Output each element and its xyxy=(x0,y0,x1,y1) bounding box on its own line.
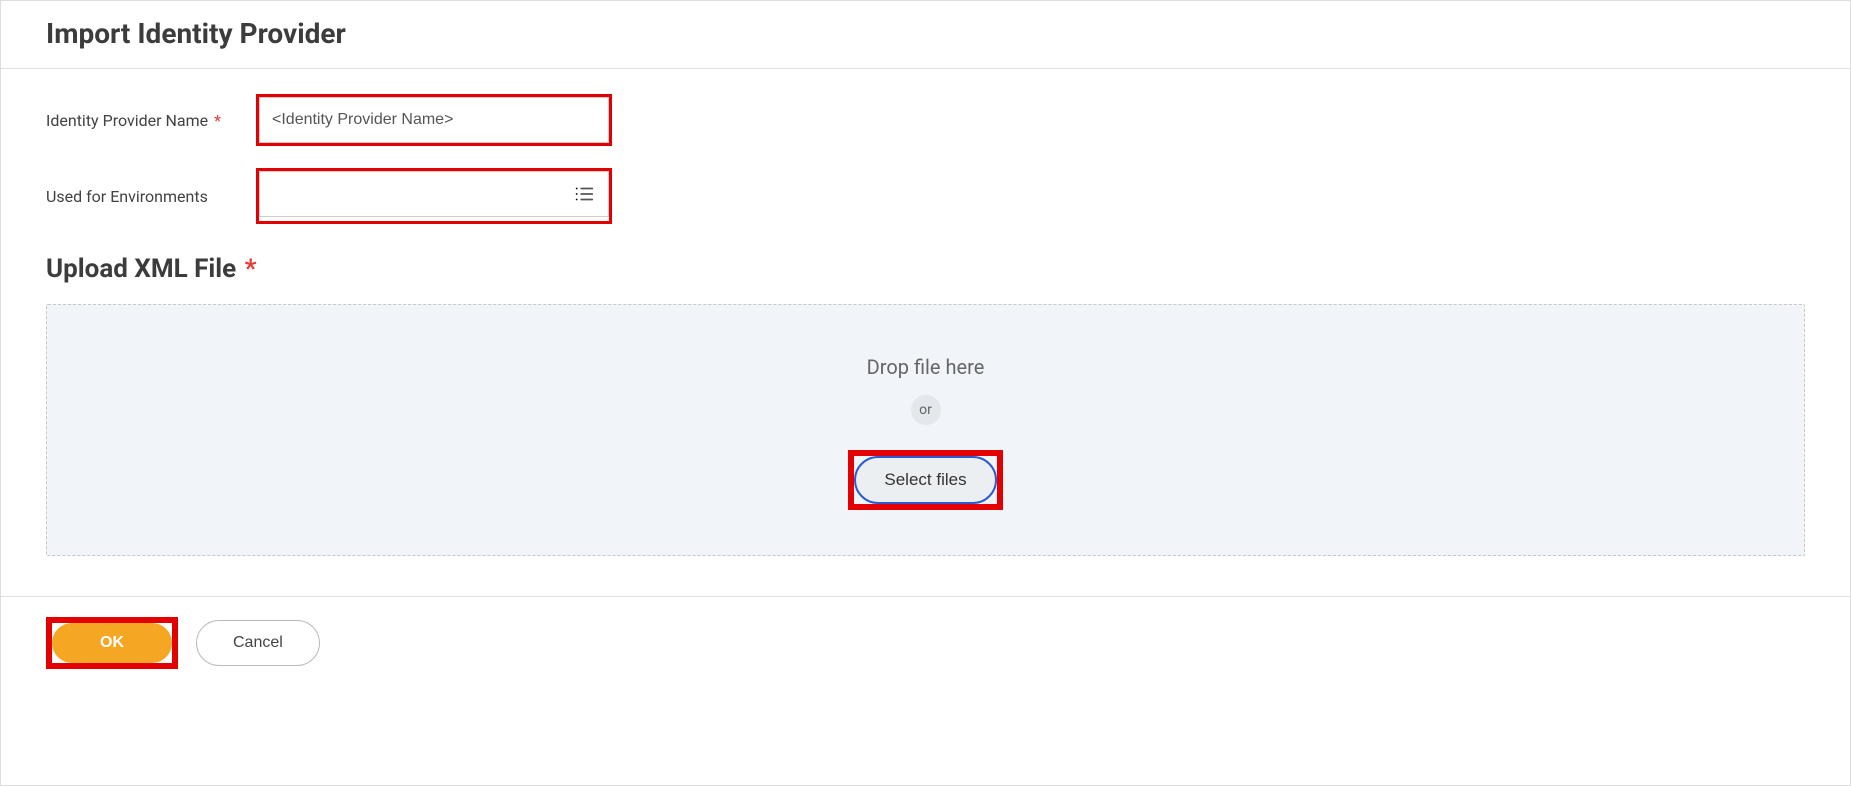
required-asterisk: * xyxy=(245,254,257,284)
page-title: Import Identity Provider xyxy=(46,17,1805,50)
environments-select-input[interactable] xyxy=(259,171,609,217)
dialog-footer: OK Cancel xyxy=(1,596,1850,689)
section-title-text: Upload XML File xyxy=(46,254,236,284)
ok-button[interactable]: OK xyxy=(52,623,172,663)
list-icon xyxy=(573,183,595,205)
used-for-environments-row: Used for Environments xyxy=(46,168,1805,224)
input-highlight-box xyxy=(256,168,612,224)
select-files-highlight-box: Select files xyxy=(848,450,1002,510)
identity-provider-name-label: Identity Provider Name * xyxy=(46,111,256,130)
used-for-environments-label: Used for Environments xyxy=(46,187,256,206)
upload-section-title: Upload XML File * xyxy=(46,254,1805,284)
ok-highlight-box: OK xyxy=(46,617,178,669)
select-files-button[interactable]: Select files xyxy=(854,456,996,504)
dialog-header: Import Identity Provider xyxy=(1,1,1850,69)
environments-select-wrapper xyxy=(259,171,609,217)
drop-instruction-text: Drop file here xyxy=(867,355,985,379)
input-highlight-box xyxy=(256,94,612,146)
environments-picker-button[interactable] xyxy=(569,179,599,209)
file-dropzone[interactable]: Drop file here or Select files xyxy=(46,304,1805,556)
or-divider: or xyxy=(911,395,941,425)
cancel-button[interactable]: Cancel xyxy=(196,620,320,666)
identity-provider-name-row: Identity Provider Name * xyxy=(46,94,1805,146)
label-text: Identity Provider Name xyxy=(46,111,208,130)
required-asterisk: * xyxy=(214,111,221,130)
dialog-content: Identity Provider Name * Used for Enviro… xyxy=(1,69,1850,576)
identity-provider-name-input[interactable] xyxy=(259,97,609,143)
